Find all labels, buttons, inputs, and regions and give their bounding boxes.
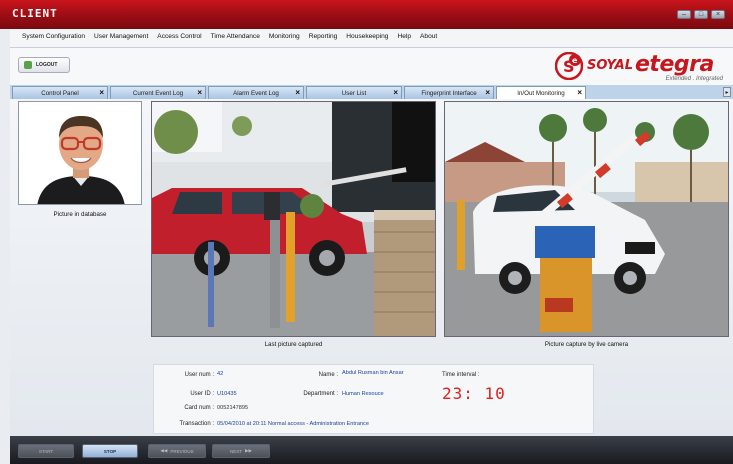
tab-scroll-icon[interactable]: ▸ — [723, 87, 731, 97]
stop-label: STOP — [103, 448, 117, 454]
logout-label: LOGOUT — [36, 62, 58, 68]
tab-label: Control Panel — [41, 89, 79, 97]
svg-text:e: e — [572, 56, 578, 65]
tab-user-list[interactable]: User List × — [306, 86, 402, 99]
close-icon[interactable]: × — [485, 88, 490, 97]
close-icon[interactable]: × — [711, 10, 725, 19]
department-label: Department : — [303, 391, 338, 397]
user-num-label: User num : — [184, 372, 214, 378]
live-camera-caption: Picture capture by live camera — [544, 341, 629, 348]
tab-current-event-log[interactable]: Current Event Log × — [110, 86, 206, 99]
brand-etegra: etegra — [635, 52, 714, 77]
menu-housekeeping[interactable]: Housekeeping — [346, 33, 388, 40]
tab-alarm-event-log[interactable]: Alarm Event Log × — [208, 86, 304, 99]
window-controls: – □ × — [677, 10, 725, 19]
brand-logo: S e SOYAL etegra Extended . Integrated — [547, 50, 727, 84]
menu-help[interactable]: Help — [397, 33, 411, 40]
fast-forward-icon: ▶▶ — [245, 448, 252, 453]
tab-label: In/Out Monitoring — [517, 89, 565, 97]
logout-button[interactable]: LOGOUT — [18, 57, 70, 73]
stop-button[interactable]: STOP — [82, 444, 138, 458]
tab-label: User List — [341, 89, 367, 97]
next-button[interactable]: NEXT ▶▶ — [212, 444, 270, 458]
close-icon[interactable]: × — [393, 88, 398, 97]
menu-system-configuration[interactable]: System Configuration — [22, 33, 85, 40]
parking-gate-photo-last — [152, 102, 435, 336]
tab-label: Current Event Log — [132, 89, 184, 97]
menu-time-attendance[interactable]: Time Attendance — [211, 33, 260, 40]
close-icon[interactable]: × — [99, 88, 104, 97]
tab-control-panel[interactable]: Control Panel × — [12, 86, 108, 99]
previous-button[interactable]: ◀◀ PREVIOUS — [148, 444, 206, 458]
logout-icon — [24, 61, 32, 69]
menu-access-control[interactable]: Access Control — [157, 33, 201, 40]
last-captured-image — [151, 101, 436, 337]
tab-label: Fingerprint Interface — [421, 89, 477, 97]
user-info-panel: User num : 42 User ID : U10435 Card num … — [153, 364, 594, 434]
rewind-icon: ◀◀ — [160, 448, 168, 453]
close-icon[interactable]: × — [197, 88, 202, 97]
menu-monitoring[interactable]: Monitoring — [269, 33, 300, 40]
live-camera-image — [444, 101, 729, 337]
last-captured-caption: Last picture captured — [264, 341, 323, 348]
tab-in-out-monitoring[interactable]: In/Out Monitoring × — [496, 86, 586, 99]
card-num-value: 0052147895 — [217, 405, 249, 411]
maximize-icon[interactable]: □ — [694, 10, 708, 19]
monitoring-panel: Picture in database Last picture capture… — [10, 99, 733, 436]
close-icon[interactable]: × — [577, 88, 582, 97]
close-icon[interactable]: × — [295, 88, 300, 97]
tab-bar: Control Panel × Current Event Log × Alar… — [10, 85, 733, 99]
next-label: NEXT — [230, 448, 243, 454]
menu-about[interactable]: About — [420, 33, 437, 40]
parking-gate-photo-live — [445, 102, 728, 336]
playback-bar: START STOP ◀◀ PREVIOUS NEXT ▶▶ — [10, 436, 733, 464]
database-photo-caption: Picture in database — [53, 211, 107, 218]
name-value: Abdul Rusman bin Ansar — [342, 370, 404, 376]
time-interval-value: 23: 10 — [442, 384, 506, 403]
user-id-value: U10435 — [217, 391, 237, 397]
card-num-label: Card num : — [184, 405, 214, 411]
database-photo — [18, 101, 142, 205]
brand-tagline: Extended . Integrated — [665, 76, 723, 82]
app-title: CLIENT — [12, 7, 58, 20]
time-interval-label: Time interval : — [442, 372, 480, 378]
name-label: Name : — [318, 372, 338, 378]
brand-soyal: SOYAL — [587, 58, 633, 73]
transaction-value: 05/04/2010 at 20:11 Normal access - Admi… — [217, 421, 369, 427]
soyal-emblem-icon: S e — [555, 52, 583, 80]
user-portrait-image — [19, 102, 141, 204]
minimize-icon[interactable]: – — [677, 10, 691, 19]
user-num-value: 42 — [217, 371, 224, 377]
department-value: Human Resouce — [342, 391, 384, 397]
menu-bar: System Configuration User Management Acc… — [10, 29, 733, 48]
previous-label: PREVIOUS — [170, 448, 194, 454]
tab-label: Alarm Event Log — [233, 89, 279, 97]
transaction-label: Transaction : — [179, 421, 214, 427]
start-button[interactable]: START — [18, 444, 74, 458]
menu-reporting[interactable]: Reporting — [309, 33, 338, 40]
start-label: START — [38, 448, 54, 454]
toolbar: LOGOUT S e SOYAL etegra Extended . Integ… — [10, 48, 733, 85]
menu-user-management[interactable]: User Management — [94, 33, 148, 40]
title-bar: CLIENT – □ × — [0, 0, 733, 29]
tab-fingerprint-interface[interactable]: Fingerprint Interface × — [404, 86, 494, 99]
user-id-label: User ID : — [190, 391, 214, 397]
